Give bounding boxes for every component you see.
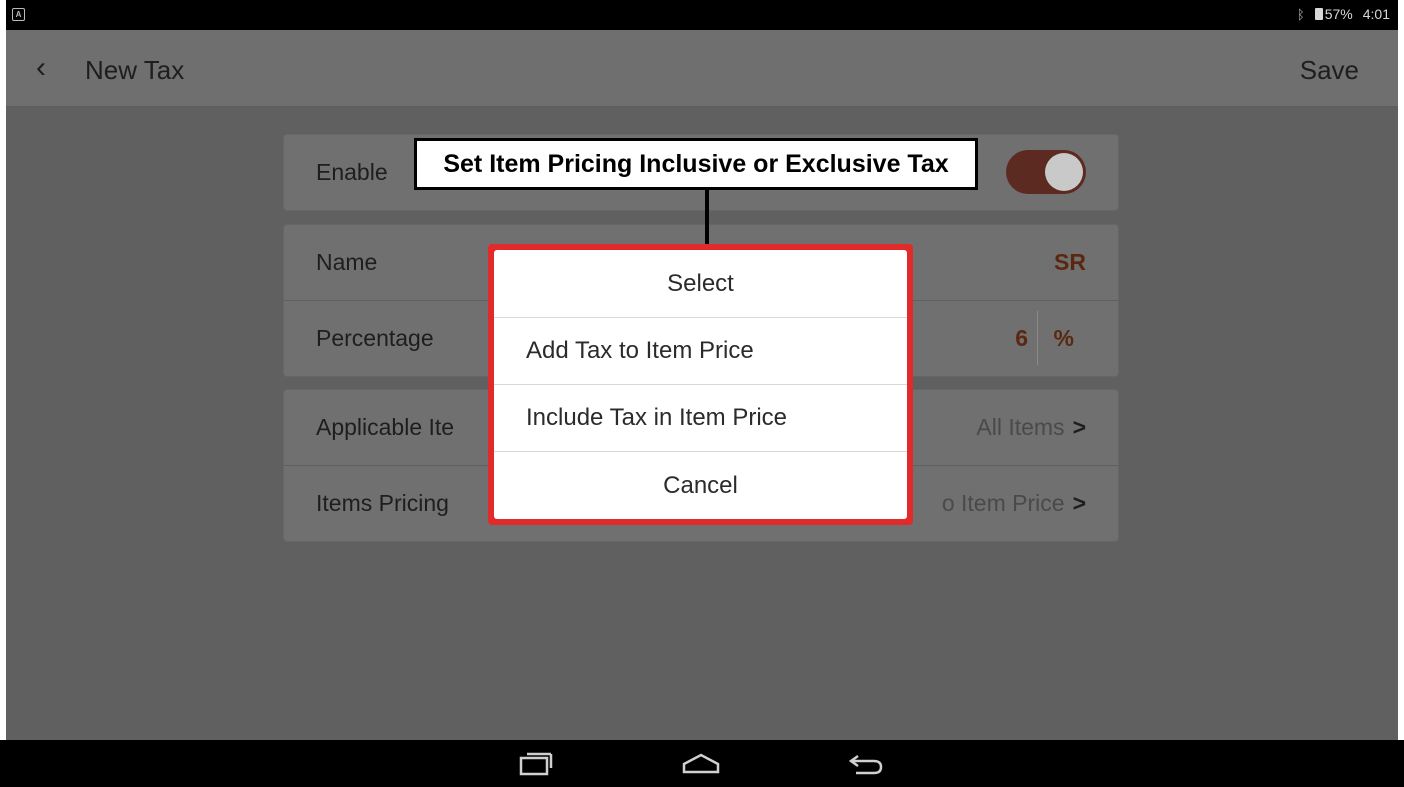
cancel-button[interactable]: Cancel <box>494 452 907 519</box>
items-pricing-value-text: o Item Price <box>941 490 1065 516</box>
option-add-tax[interactable]: Add Tax to Item Price <box>494 318 907 385</box>
status-bar: A ᛒ 57% 4:01 <box>6 0 1398 30</box>
battery-indicator: 57% <box>1314 6 1353 22</box>
toggle-knob <box>1045 153 1083 191</box>
screen: A ᛒ 57% 4:01 ‹ New Tax Save Enable Name … <box>0 0 1404 787</box>
annotation-text: Set Item Pricing Inclusive or Exclusive … <box>443 150 949 178</box>
enable-label: Enable <box>316 159 388 185</box>
recent-apps-icon[interactable] <box>519 752 553 781</box>
items-pricing-label: Items Pricing <box>316 490 449 516</box>
clock: 4:01 <box>1362 6 1390 22</box>
percentage-label: Percentage <box>316 325 434 351</box>
battery-percent: 57% <box>1324 6 1353 22</box>
applicable-items-label: Applicable Ite <box>316 414 455 440</box>
name-label: Name <box>316 249 378 275</box>
bluetooth-icon: ᛒ <box>1296 6 1305 22</box>
items-pricing-value: o Item Price > <box>942 466 1086 541</box>
annotation-callout: Set Item Pricing Inclusive or Exclusive … <box>414 138 978 190</box>
save-button[interactable]: Save <box>1300 52 1359 88</box>
percentage-value[interactable]: 6 <box>1015 301 1028 376</box>
annotation-connector <box>705 190 709 244</box>
battery-icon <box>1314 8 1323 20</box>
status-right: ᛒ 57% 4:01 <box>1297 6 1390 22</box>
enable-toggle[interactable] <box>1006 150 1086 194</box>
chevron-right-icon: > <box>1072 490 1086 516</box>
home-icon[interactable] <box>682 752 720 781</box>
percentage-unit: % <box>1053 325 1074 351</box>
name-value[interactable]: SR <box>1054 225 1086 300</box>
chevron-right-icon: > <box>1072 414 1086 440</box>
page-title: New Tax <box>85 55 185 85</box>
applicable-items-value: All Items > <box>976 390 1086 465</box>
select-dialog: Select Add Tax to Item Price Include Tax… <box>494 250 907 519</box>
option-include-tax[interactable]: Include Tax in Item Price <box>494 385 907 452</box>
back-arrow-icon[interactable]: ‹ <box>36 50 46 86</box>
back-icon[interactable] <box>848 752 884 781</box>
navigation-bar <box>0 740 1404 787</box>
notification-icon: A <box>12 8 25 21</box>
dialog-title: Select <box>494 250 907 318</box>
applicable-items-value-text: All Items <box>976 414 1065 440</box>
action-bar: ‹ New Tax Save <box>6 30 1398 107</box>
